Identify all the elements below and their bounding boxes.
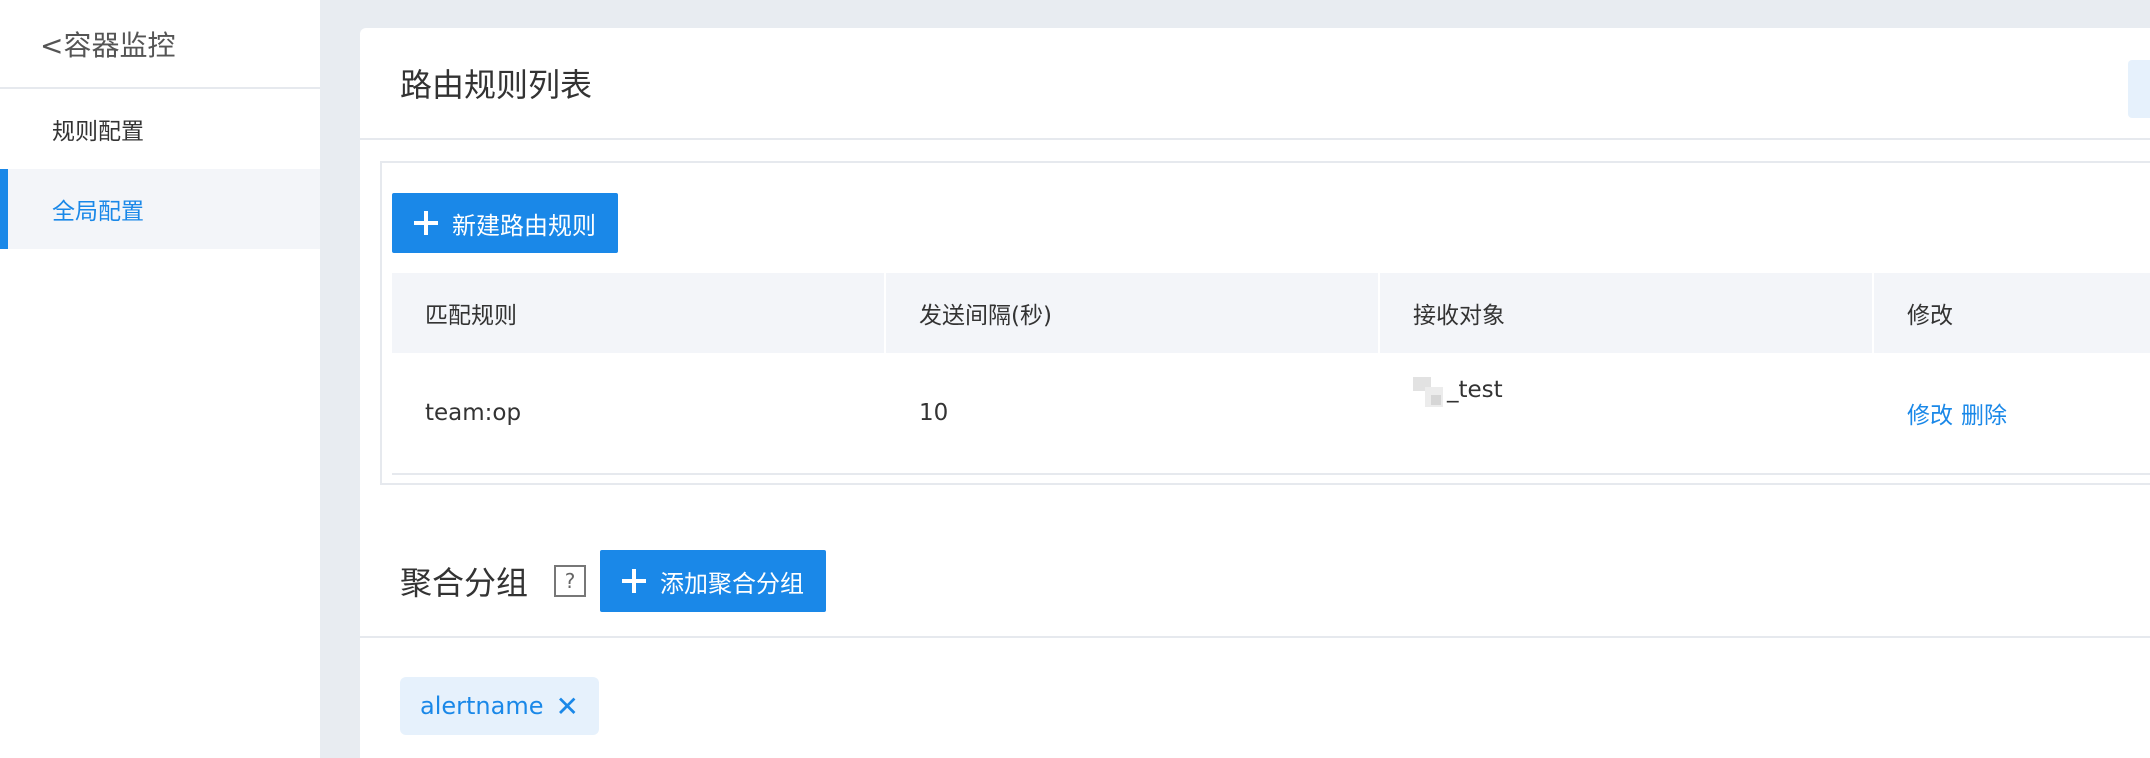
delete-link[interactable]: 删除 (1961, 396, 2007, 430)
sidebar-item-label: 规则配置 (52, 119, 144, 145)
plus-icon (622, 569, 647, 593)
add-aggregation-group-button[interactable]: 添加聚合分组 (600, 550, 827, 612)
table-row: team:op 10 _test 修改 删除 (392, 353, 2150, 475)
new-route-rule-button[interactable]: 新建路由规则 (392, 193, 618, 253)
cell-receiver: _test (1380, 353, 1874, 473)
page-title: 路由规则列表 (400, 66, 593, 104)
cell-match: team:op (425, 400, 522, 426)
column-header-receiver: 接收对象 (1380, 273, 1874, 353)
main-panel: 路由规则列表 新建路由规则 匹配规则 发送间隔(秒) 接收对象 修改 team:… (360, 28, 2150, 758)
sidebar-back-title: <容器监控 (40, 28, 176, 62)
route-rules-table: 匹配规则 发送间隔(秒) 接收对象 修改 team:op 10 _test 修改… (392, 273, 2150, 475)
broken-image-icon (1413, 377, 1445, 409)
cell-interval: 10 (919, 400, 949, 426)
column-header-edit: 修改 (1907, 303, 1953, 329)
plus-icon (414, 211, 438, 235)
close-icon[interactable]: ✕ (555, 690, 578, 723)
aggregation-tag: alertname ✕ (400, 677, 599, 735)
sidebar-item-rule-config[interactable]: 规则配置 (0, 89, 320, 169)
table-header: 匹配规则 发送间隔(秒) 接收对象 修改 (392, 273, 2150, 353)
help-icon[interactable]: ? (554, 565, 587, 597)
sidebar: <容器监控 规则配置 全局配置 (0, 0, 320, 758)
tag-label: alertname (420, 692, 544, 720)
aggregation-header: 聚合分组 ? 添加聚合分组 (360, 526, 2150, 638)
receiver-name: _test (1447, 377, 1503, 403)
active-indicator (0, 169, 8, 249)
add-aggregation-group-label: 添加聚合分组 (660, 569, 805, 598)
sidebar-item-label: 全局配置 (52, 199, 144, 225)
route-rules-panel: 新建路由规则 匹配规则 发送间隔(秒) 接收对象 修改 team:op 10 _… (380, 161, 2150, 485)
new-route-rule-label: 新建路由规则 (452, 211, 596, 240)
back-link[interactable]: <容器监控 (0, 0, 320, 89)
edit-link[interactable]: 修改 (1907, 396, 1953, 430)
top-right-button[interactable] (2128, 60, 2150, 118)
route-rules-header: 路由规则列表 (360, 28, 2150, 140)
column-header-interval: 发送间隔(秒) (886, 273, 1380, 353)
sidebar-item-global-config[interactable]: 全局配置 (0, 169, 320, 249)
column-header-match: 匹配规则 (392, 273, 886, 353)
aggregation-title: 聚合分组 (400, 564, 529, 602)
cell-actions: 修改 删除 (1874, 353, 2150, 473)
